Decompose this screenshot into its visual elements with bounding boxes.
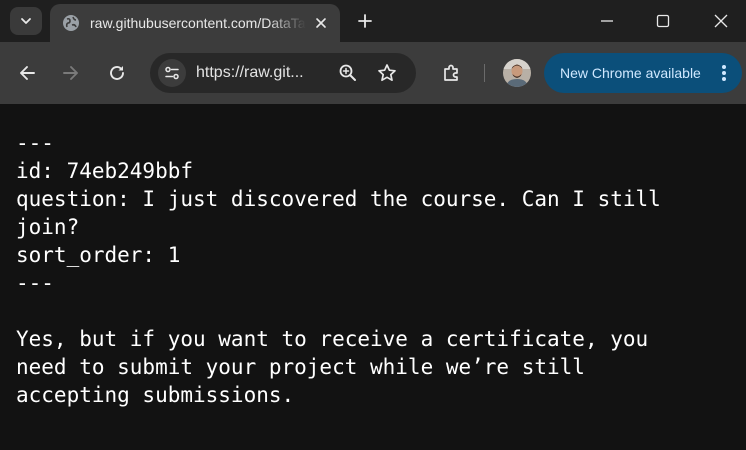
active-tab[interactable]: raw.githubusercontent.com/DataTalksClub [50, 4, 340, 42]
extensions-button[interactable] [437, 59, 465, 87]
maximize-icon [656, 14, 670, 28]
site-info-icon [165, 66, 179, 80]
text-line: question: I just discovered the course. … [16, 187, 661, 211]
new-tab-button[interactable] [352, 8, 378, 34]
text-line [16, 297, 661, 325]
extensions-icon [444, 64, 458, 81]
star-icon [378, 64, 396, 82]
text-line: join? [16, 215, 80, 239]
minimize-icon [601, 20, 613, 22]
window-close-button[interactable] [706, 6, 736, 36]
text-line: --- [16, 131, 54, 155]
avatar-image [503, 59, 531, 87]
address-bar[interactable]: https://raw.git... [150, 53, 416, 93]
window-close-icon [714, 14, 728, 28]
toolbar-divider [484, 64, 485, 82]
raw-text-content: --- id: 74eb249bbf question: I just disc… [16, 129, 661, 409]
url-text[interactable]: https://raw.git... [196, 64, 326, 82]
tab-search-icon [21, 18, 31, 24]
kebab-menu-icon [722, 65, 726, 81]
browser-toolbar: https://raw.git... New Chrome available [0, 42, 746, 104]
forward-arrow-icon [63, 66, 78, 80]
reload-icon [110, 66, 124, 80]
browser-window: raw.githubusercontent.com/DataTalksClub [0, 0, 746, 450]
maximize-button[interactable] [648, 6, 678, 36]
text-line: id: 74eb249bbf [16, 159, 194, 183]
text-line: Yes, but if you want to receive a certif… [16, 327, 649, 351]
tab-title: raw.githubusercontent.com/DataTalksClub [90, 15, 306, 31]
plus-icon [358, 14, 372, 28]
minimize-button[interactable] [592, 6, 622, 36]
forward-button[interactable] [57, 59, 85, 87]
text-line: sort_order: 1 [16, 243, 181, 267]
back-button[interactable] [13, 59, 41, 87]
page-content: --- id: 74eb249bbf question: I just disc… [0, 104, 746, 450]
back-arrow-icon [20, 66, 35, 80]
text-line: need to submit your project while we’re … [16, 355, 585, 379]
tab-search-button[interactable] [10, 7, 42, 35]
bookmark-button[interactable] [375, 61, 399, 85]
globe-icon [63, 15, 79, 31]
site-info-button[interactable] [158, 59, 186, 87]
close-icon [316, 18, 326, 28]
text-line: accepting submissions. [16, 383, 295, 407]
tab-strip: raw.githubusercontent.com/DataTalksClub [0, 0, 746, 42]
new-chrome-available-button[interactable]: New Chrome available [544, 53, 742, 93]
text-line: --- [16, 271, 54, 295]
zoom-button[interactable] [336, 61, 360, 85]
update-label: New Chrome available [560, 65, 701, 81]
menu-button[interactable] [712, 61, 736, 85]
zoom-icon [339, 64, 356, 81]
reload-button[interactable] [103, 59, 131, 87]
tab-close-button[interactable] [312, 14, 330, 32]
profile-avatar[interactable] [503, 59, 531, 87]
